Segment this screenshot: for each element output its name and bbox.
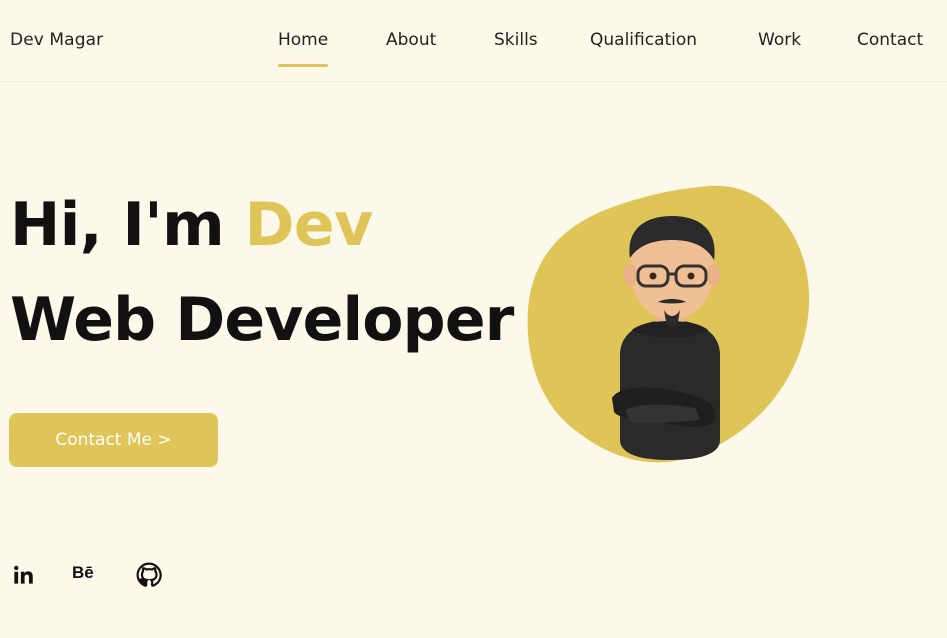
- nav-item-about[interactable]: About: [386, 30, 436, 50]
- hero-greeting: Hi, I'm Dev: [10, 190, 373, 260]
- nav-item-qualification[interactable]: Qualification: [590, 30, 697, 50]
- site-header: Dev Magar Home About Skills Qualificatio…: [0, 0, 947, 82]
- linkedin-icon[interactable]: [10, 562, 36, 588]
- github-icon[interactable]: [136, 562, 162, 588]
- nav-item-work[interactable]: Work: [758, 30, 801, 50]
- behance-label: Bē: [72, 563, 94, 582]
- portfolio-page: Dev Magar Home About Skills Qualificatio…: [0, 0, 947, 638]
- main-nav: Home About Skills Qualification Work Con…: [0, 30, 947, 70]
- hero-name: Dev: [244, 190, 374, 260]
- contact-me-button[interactable]: Contact Me >: [9, 413, 218, 467]
- nav-item-home[interactable]: Home: [278, 30, 329, 67]
- behance-icon[interactable]: Bē: [72, 560, 112, 588]
- hero-avatar-image: [527, 185, 810, 463]
- nav-item-skills[interactable]: Skills: [494, 30, 538, 50]
- nav-item-contact[interactable]: Contact: [857, 30, 923, 50]
- hero-title: Web Developer: [10, 285, 514, 355]
- greeting-text: Hi, I'm: [10, 190, 245, 260]
